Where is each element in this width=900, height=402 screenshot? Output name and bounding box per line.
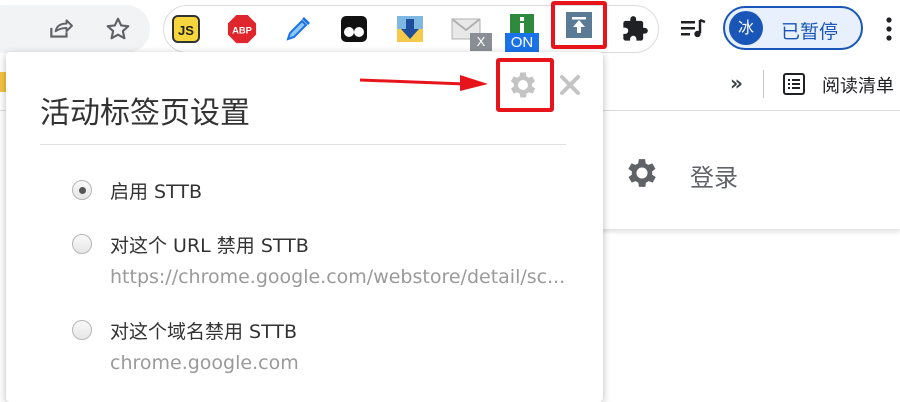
playlist-music-icon[interactable]: [678, 14, 708, 44]
annotation-arrow: [359, 70, 490, 94]
more-menu-icon[interactable]: [883, 14, 895, 44]
option-url-value: https://chrome.google.com/webstore/detai…: [110, 266, 566, 288]
active-tab-settings-popup: 活动标签页设置 启用 STTB 对这个 URL 禁用 STTB https://…: [6, 52, 603, 402]
javascript-extension-icon[interactable]: JS: [171, 14, 201, 44]
avatar: 冰: [729, 11, 763, 45]
popup-settings-gear-icon[interactable]: [506, 68, 540, 102]
popup-divider: [40, 144, 566, 145]
radio-enable-sttb[interactable]: [72, 180, 92, 200]
mail-badge: X: [470, 33, 492, 51]
puzzle-extensions-icon[interactable]: [620, 14, 650, 44]
download-arrow-icon[interactable]: [395, 14, 425, 44]
svg-text:ABP: ABP: [232, 26, 252, 36]
option-label[interactable]: 启用 STTB: [110, 177, 202, 204]
adblock-plus-icon[interactable]: ABP: [227, 14, 257, 44]
option-domain-value: chrome.google.com: [110, 352, 299, 374]
star-icon[interactable]: [103, 14, 133, 44]
option-label[interactable]: 对这个域名禁用 STTB: [110, 317, 297, 344]
browser-toolbar: JS ABP X ON 冰 已暂停: [0, 0, 900, 58]
login-link[interactable]: 登录: [690, 158, 738, 193]
radio-disable-domain[interactable]: [72, 320, 92, 340]
bookmarks-overflow-button[interactable]: »: [730, 71, 743, 95]
reading-list-icon[interactable]: [782, 72, 806, 96]
sttb-upload-icon[interactable]: [564, 10, 594, 40]
svg-text:JS: JS: [178, 23, 194, 38]
bookmarks-separator: [763, 70, 764, 98]
close-icon[interactable]: [557, 72, 583, 98]
popup-title: 活动标签页设置: [40, 96, 250, 131]
info-badge: ON: [505, 33, 539, 52]
profile-button[interactable]: 冰 已暂停: [723, 6, 863, 50]
option-label[interactable]: 对这个 URL 禁用 STTB: [110, 231, 309, 258]
eyedropper-icon[interactable]: [283, 14, 313, 44]
share-icon[interactable]: [45, 14, 75, 44]
sync-paused-label: 已暂停: [781, 21, 839, 43]
settings-gear-icon[interactable]: [623, 154, 661, 192]
reading-list-label[interactable]: 阅读清单: [822, 72, 894, 98]
tampermonkey-icon[interactable]: [339, 14, 369, 44]
radio-disable-url[interactable]: [72, 234, 92, 254]
